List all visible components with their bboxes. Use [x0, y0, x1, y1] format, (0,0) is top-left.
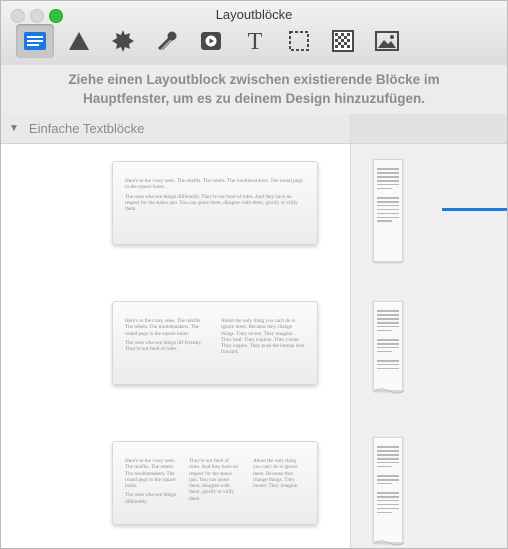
- tool-text-blocks[interactable]: [16, 24, 54, 58]
- block-text: Here's to the crazy ones. The misfits. T…: [125, 458, 176, 490]
- torn-edge-icon: [374, 388, 404, 394]
- tool-images[interactable]: [368, 24, 406, 58]
- block-text: The ones who see things differently.: [125, 492, 177, 505]
- texture-pattern-icon: [332, 30, 354, 52]
- disclosure-triangle-icon[interactable]: ▼: [9, 123, 19, 134]
- block-text: They're not fond of rules. And they have…: [189, 458, 239, 502]
- window-title: Layoutblöcke: [215, 7, 293, 22]
- tool-selection[interactable]: [280, 24, 318, 58]
- selection-frame-icon: [289, 31, 309, 51]
- tool-text[interactable]: T: [236, 24, 274, 58]
- block-text: The ones who see things dif-ferently. Th…: [125, 339, 202, 353]
- tool-badges[interactable]: [104, 24, 142, 58]
- block-text: About the only thing you can't do is ign…: [221, 318, 305, 356]
- preview-thumbnail-three[interactable]: [373, 437, 404, 546]
- shooting-star-icon: [157, 31, 177, 51]
- text-block-one-column[interactable]: Here's to the crazy ones. The misfits. T…: [112, 161, 318, 245]
- triangle-shape-icon: [69, 32, 89, 50]
- block-text: About the only thing you can't do is ign…: [253, 458, 299, 490]
- tool-textures[interactable]: [324, 24, 362, 58]
- toolbar: T: [16, 24, 406, 60]
- title-bar: Layoutblöcke T: [1, 1, 507, 66]
- tool-effects[interactable]: [148, 24, 186, 58]
- block-text: The ones who see things differently. The…: [125, 193, 298, 213]
- tool-media[interactable]: [192, 24, 230, 58]
- insertion-indicator: [442, 208, 507, 211]
- preview-thumbnail-two[interactable]: [373, 301, 404, 394]
- preview-pane-header: [351, 114, 507, 144]
- section-label: Einfache Textblöcke: [28, 121, 145, 136]
- preview-thumbnail-one[interactable]: [373, 159, 403, 262]
- block-text: Here's to the crazy ones. The misfits. T…: [125, 178, 303, 191]
- text-block-icon: [24, 32, 46, 50]
- video-play-icon: [201, 32, 221, 50]
- image-icon: [375, 31, 399, 51]
- layout-blocks-window: Layoutblöcke T Ziehe einen Layoutblock z…: [0, 0, 508, 549]
- instructions-text: Ziehe einen Layoutblock zwischen existie…: [1, 65, 507, 119]
- starburst-icon: [112, 30, 134, 52]
- instructions-line-1: Ziehe einen Layoutblock zwischen existie…: [68, 72, 440, 87]
- instructions-line-2: Hauptfenster, um es zu deinem Design hin…: [82, 91, 426, 106]
- torn-edge-icon: [374, 540, 404, 546]
- svg-text:T: T: [248, 30, 263, 52]
- tool-shapes[interactable]: [60, 24, 98, 58]
- text-block-two-columns[interactable]: Here's to the crazy ones. The misfits. T…: [112, 301, 318, 385]
- block-text: Here's to the crazy ones. The misfits. T…: [125, 318, 202, 337]
- text-block-three-columns[interactable]: Here's to the crazy ones. The misfits. T…: [112, 441, 318, 525]
- text-T-icon: T: [248, 30, 263, 52]
